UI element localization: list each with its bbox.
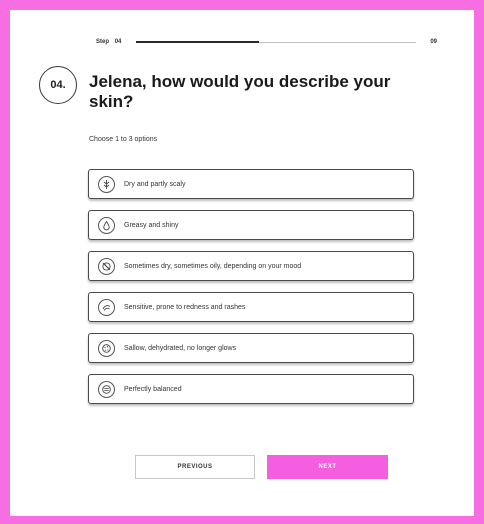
step-progress: Step 04 09 (96, 37, 437, 47)
dry-skin-icon (98, 175, 115, 193)
previous-button[interactable]: PREVIOUS (135, 455, 255, 479)
option-label: Sallow, dehydrated, no longer glows (124, 344, 237, 352)
option-label: Sometimes dry, sometimes oily, depending… (124, 262, 302, 270)
question-hint: Choose 1 to 3 options (89, 136, 158, 143)
sensitive-skin-icon (98, 298, 115, 316)
quiz-card: Step 04 09 04. Jelena, how would you des… (10, 10, 474, 516)
option-label: Perfectly balanced (124, 385, 182, 393)
dull-skin-icon (98, 339, 115, 357)
combination-skin-icon (98, 257, 115, 275)
option-label: Greasy and shiny (124, 221, 179, 229)
progress-track (136, 41, 416, 43)
option-greasy-shiny[interactable]: Greasy and shiny (88, 210, 414, 240)
progress-fill (136, 41, 260, 43)
oil-drop-icon (98, 216, 115, 234)
step-label: Step 04 (96, 37, 121, 47)
options-list: Dry and partly scaly Greasy and shiny So… (88, 169, 414, 415)
option-label: Sensitive, prone to redness and rashes (124, 303, 246, 311)
option-sensitive[interactable]: Sensitive, prone to redness and rashes (88, 292, 414, 322)
question-title: Jelena, how would you describe your skin… (89, 72, 391, 111)
option-sallow[interactable]: Sallow, dehydrated, no longer glows (88, 333, 414, 363)
option-label: Dry and partly scaly (124, 180, 186, 188)
option-balanced[interactable]: Perfectly balanced (88, 374, 414, 404)
next-button[interactable]: NEXT (267, 455, 388, 479)
step-total: 09 (430, 39, 437, 45)
step-word: Step (96, 39, 110, 45)
balanced-skin-icon (98, 380, 115, 398)
option-dry-scaly[interactable]: Dry and partly scaly (88, 169, 414, 199)
question-number-badge: 04. (39, 66, 77, 104)
option-combination[interactable]: Sometimes dry, sometimes oily, depending… (88, 251, 414, 281)
step-current: 04 (114, 39, 122, 45)
